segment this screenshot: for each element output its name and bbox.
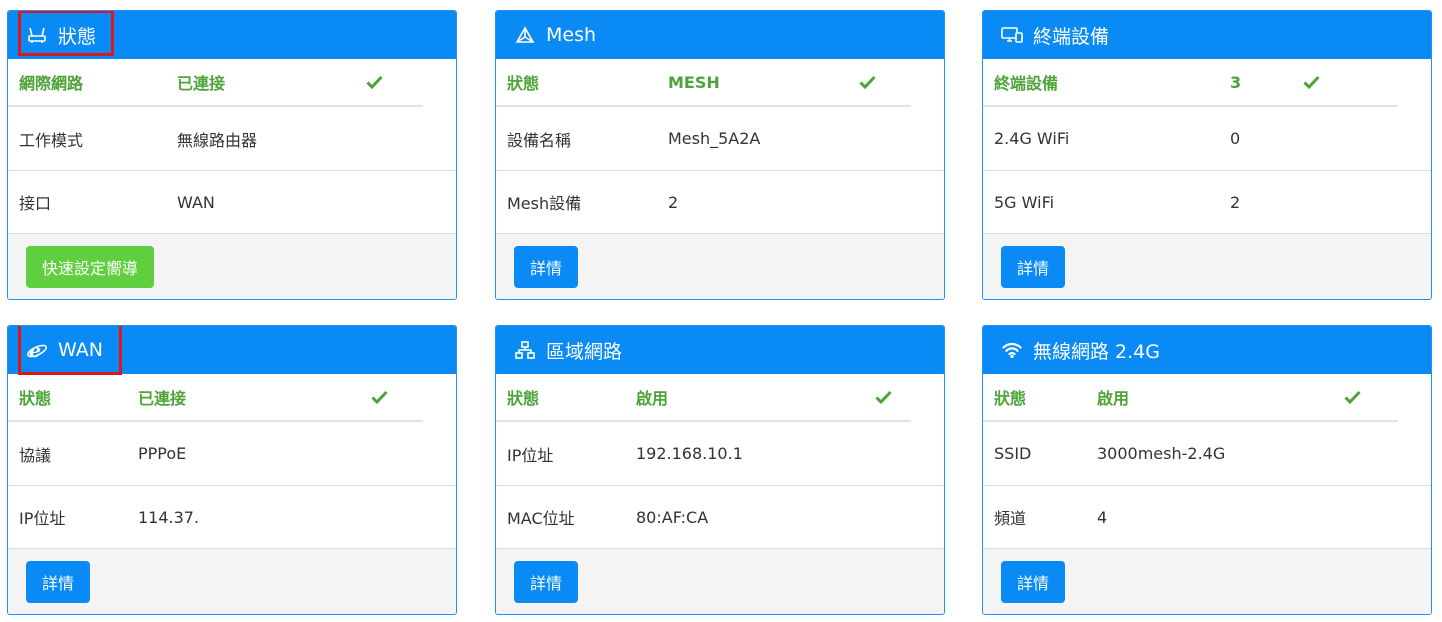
wan-details-button[interactable]: 詳情 bbox=[26, 561, 91, 603]
lan-card-header: 區域網路 bbox=[496, 326, 944, 374]
check-icon bbox=[371, 390, 388, 404]
info-row: SSID 3000mesh-2.4G bbox=[983, 422, 1431, 486]
info-row: IP位址 192.168.10.1 bbox=[496, 422, 944, 486]
row-key: 協議 bbox=[19, 445, 52, 465]
status-value: 已連接 bbox=[177, 74, 226, 93]
card-footer: 快速設定嚮導 bbox=[8, 233, 456, 299]
row-value: 2 bbox=[668, 192, 679, 212]
row-key: 5G WiFi bbox=[994, 192, 1055, 212]
row-value: 192.168.10.1 bbox=[636, 444, 743, 463]
lan-card: 區域網路 狀態 啟用 IP位址 192.168.10.1 MAC位址 80:AF… bbox=[495, 325, 945, 615]
mesh-card-header: Mesh bbox=[496, 11, 944, 59]
row-key: Mesh設備 bbox=[507, 194, 582, 213]
status-value: 啟用 bbox=[636, 389, 669, 408]
status-value: MESH bbox=[668, 72, 720, 92]
mesh-details-button[interactable]: 詳情 bbox=[514, 246, 579, 288]
status-row: 狀態 啟用 bbox=[496, 374, 944, 422]
card-title: 終端設備 bbox=[1033, 25, 1110, 48]
row-value: 3000mesh-2.4G bbox=[1097, 444, 1226, 463]
row-value: 4 bbox=[1097, 507, 1108, 527]
card-footer: 詳情 bbox=[983, 548, 1431, 614]
status-key: 狀態 bbox=[19, 389, 52, 408]
row-key: 設備名稱 bbox=[507, 130, 572, 150]
wan-card: e WAN 狀態 已連接 協議 PPPoE IP位址 114.37. 詳情 bbox=[7, 325, 457, 615]
card-footer: 詳情 bbox=[496, 548, 944, 614]
card-footer: 詳情 bbox=[8, 548, 456, 614]
status-row: 網際網路 已連接 bbox=[8, 59, 456, 107]
lan-icon bbox=[514, 339, 536, 361]
mesh-card: Mesh 狀態 MESH 設備名稱 Mesh_5A2A Mesh設備 2 詳情 bbox=[495, 10, 945, 300]
row-key: 2.4G WiFi bbox=[994, 129, 1070, 148]
row-value: WAN bbox=[177, 192, 215, 212]
wireless-details-button[interactable]: 詳情 bbox=[1001, 561, 1066, 603]
devices-details-button[interactable]: 詳情 bbox=[1001, 246, 1066, 288]
status-row: 狀態 啟用 bbox=[983, 374, 1431, 422]
card-footer: 詳情 bbox=[496, 233, 944, 299]
status-key: 終端設備 bbox=[994, 74, 1059, 93]
row-key: 工作模式 bbox=[19, 130, 84, 150]
card-footer: 詳情 bbox=[983, 233, 1431, 299]
card-title: 無線網路 2.4G bbox=[1033, 340, 1160, 363]
status-row: 狀態 已連接 bbox=[8, 374, 456, 422]
status-key: 網際網路 bbox=[19, 74, 84, 93]
check-icon bbox=[1303, 75, 1320, 89]
row-key: SSID bbox=[994, 444, 1032, 463]
row-key: IP位址 bbox=[19, 509, 66, 528]
check-icon bbox=[366, 75, 383, 89]
row-value: PPPoE bbox=[138, 444, 187, 463]
row-value: 2 bbox=[1230, 192, 1241, 212]
wifi-icon bbox=[1001, 339, 1023, 361]
wireless-24g-card-header: 無線網路 2.4G bbox=[983, 326, 1431, 374]
status-card-header: 狀態 bbox=[8, 11, 456, 59]
client-devices-card: 終端設備 終端設備 3 2.4G WiFi 0 5G WiFi 2 詳情 bbox=[982, 10, 1432, 300]
lan-details-button[interactable]: 詳情 bbox=[514, 561, 579, 603]
info-row: 5G WiFi 2 bbox=[983, 171, 1431, 233]
highlight-box bbox=[18, 326, 122, 375]
info-row: 設備名稱 Mesh_5A2A bbox=[496, 107, 944, 171]
info-row: Mesh設備 2 bbox=[496, 171, 944, 233]
row-key: 頻道 bbox=[994, 509, 1027, 528]
info-row: 協議 PPPoE bbox=[8, 422, 456, 486]
status-value: 啟用 bbox=[1097, 389, 1130, 408]
client-devices-card-header: 終端設備 bbox=[983, 11, 1431, 59]
card-title: 區域網路 bbox=[546, 340, 623, 363]
info-row: 接口 WAN bbox=[8, 171, 456, 233]
row-key: 接口 bbox=[19, 194, 52, 213]
card-title: Mesh bbox=[546, 24, 597, 46]
info-row: 2.4G WiFi 0 bbox=[983, 107, 1431, 171]
row-value: 114.37. bbox=[138, 507, 200, 527]
info-row: IP位址 114.37. bbox=[8, 486, 456, 548]
status-key: 狀態 bbox=[994, 389, 1027, 408]
status-key: 狀態 bbox=[507, 74, 540, 93]
row-value: 0 bbox=[1230, 129, 1241, 148]
wireless-24g-card: 無線網路 2.4G 狀態 啟用 SSID 3000mesh-2.4G 頻道 4 … bbox=[982, 325, 1432, 615]
highlight-box bbox=[18, 11, 114, 56]
status-value: 已連接 bbox=[138, 389, 187, 408]
quick-setup-wizard-button[interactable]: 快速設定嚮導 bbox=[26, 246, 155, 288]
row-value: 無線路由器 bbox=[177, 130, 258, 150]
status-card: 狀態 網際網路 已連接 工作模式 無線路由器 接口 WAN 快速設定嚮導 bbox=[7, 10, 457, 300]
status-key: 狀態 bbox=[507, 389, 540, 408]
info-row: 頻道 4 bbox=[983, 486, 1431, 548]
check-icon bbox=[875, 390, 892, 404]
check-icon bbox=[859, 75, 876, 89]
status-row: 終端設備 3 bbox=[983, 59, 1431, 107]
row-key: MAC位址 bbox=[507, 509, 575, 528]
status-row: 狀態 MESH bbox=[496, 59, 944, 107]
devices-icon bbox=[1001, 24, 1023, 46]
row-value: Mesh_5A2A bbox=[668, 129, 761, 148]
check-icon bbox=[1344, 390, 1361, 404]
row-value: 80:AF:CA bbox=[636, 507, 709, 527]
info-row: MAC位址 80:AF:CA bbox=[496, 486, 944, 548]
status-value: 3 bbox=[1230, 72, 1242, 92]
info-row: 工作模式 無線路由器 bbox=[8, 107, 456, 171]
row-key: IP位址 bbox=[507, 445, 554, 465]
mesh-icon bbox=[514, 24, 536, 46]
wan-card-header: e WAN bbox=[8, 326, 456, 375]
